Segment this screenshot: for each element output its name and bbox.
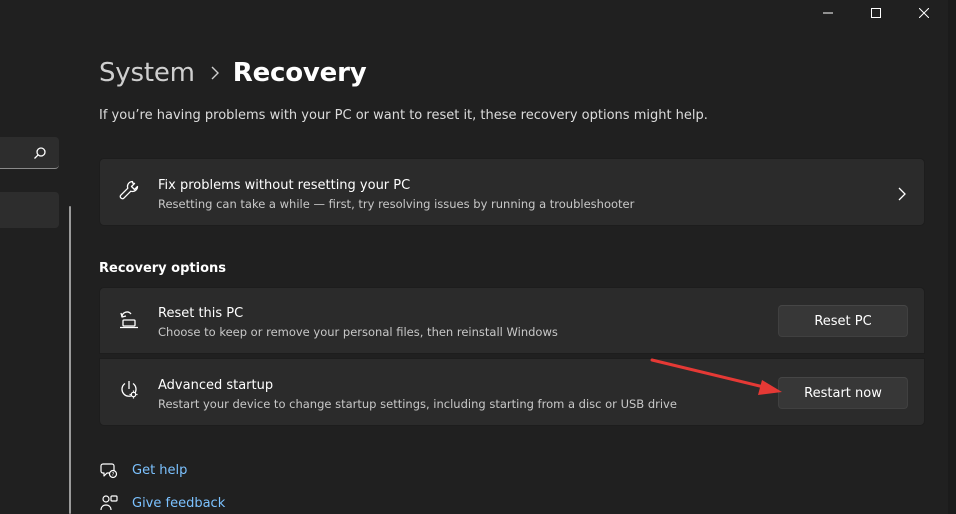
advanced-startup-title: Advanced startup — [158, 378, 274, 393]
sidebar-search-box[interactable] — [0, 137, 59, 169]
page-title: Recovery — [232, 58, 367, 88]
reset-pc-icon — [118, 308, 140, 334]
page-subtitle: If you’re having problems with your PC o… — [99, 108, 708, 123]
reset-pc-button[interactable]: Reset PC — [778, 305, 908, 337]
settings-window: System Recovery If you’re having problem… — [0, 0, 956, 514]
feedback-icon — [99, 493, 119, 513]
window-controls — [804, 0, 948, 26]
close-icon — [919, 8, 929, 18]
reset-pc-title: Reset this PC — [158, 306, 244, 321]
breadcrumb-system[interactable]: System — [99, 58, 195, 88]
get-help-text[interactable]: Get help — [132, 463, 187, 478]
advanced-startup-card: Advanced startup Restart your device to … — [99, 358, 925, 426]
minimize-icon — [823, 12, 833, 14]
breadcrumb: System Recovery — [99, 54, 367, 92]
chevron-right-icon — [211, 66, 219, 80]
help-chat-icon: ? — [99, 460, 119, 480]
sidebar-scrollbar[interactable] — [69, 206, 71, 514]
give-feedback-text[interactable]: Give feedback — [132, 496, 225, 511]
window-edge — [948, 0, 956, 514]
search-icon — [34, 147, 46, 159]
sidebar-item-selected[interactable] — [0, 192, 59, 228]
close-button[interactable] — [900, 0, 948, 26]
give-feedback-link[interactable]: Give feedback — [99, 493, 225, 513]
maximize-icon — [871, 8, 881, 18]
advanced-startup-description: Restart your device to change startup se… — [158, 397, 677, 411]
maximize-button[interactable] — [852, 0, 900, 26]
advanced-startup-icon — [118, 379, 140, 405]
svg-text:?: ? — [112, 472, 115, 478]
reset-pc-description: Choose to keep or remove your personal f… — [158, 325, 558, 339]
minimize-button[interactable] — [804, 0, 852, 26]
restart-now-button[interactable]: Restart now — [778, 377, 908, 409]
fix-problems-title: Fix problems without resetting your PC — [158, 178, 411, 193]
fix-problems-card[interactable]: Fix problems without resetting your PC R… — [99, 158, 925, 226]
recovery-options-heading: Recovery options — [99, 261, 226, 276]
reset-pc-card: Reset this PC Choose to keep or remove y… — [99, 287, 925, 354]
fix-problems-description: Resetting can take a while — first, try … — [158, 197, 635, 211]
wrench-icon — [118, 179, 140, 205]
get-help-link[interactable]: ? Get help — [99, 460, 187, 480]
chevron-right-icon — [898, 186, 906, 205]
